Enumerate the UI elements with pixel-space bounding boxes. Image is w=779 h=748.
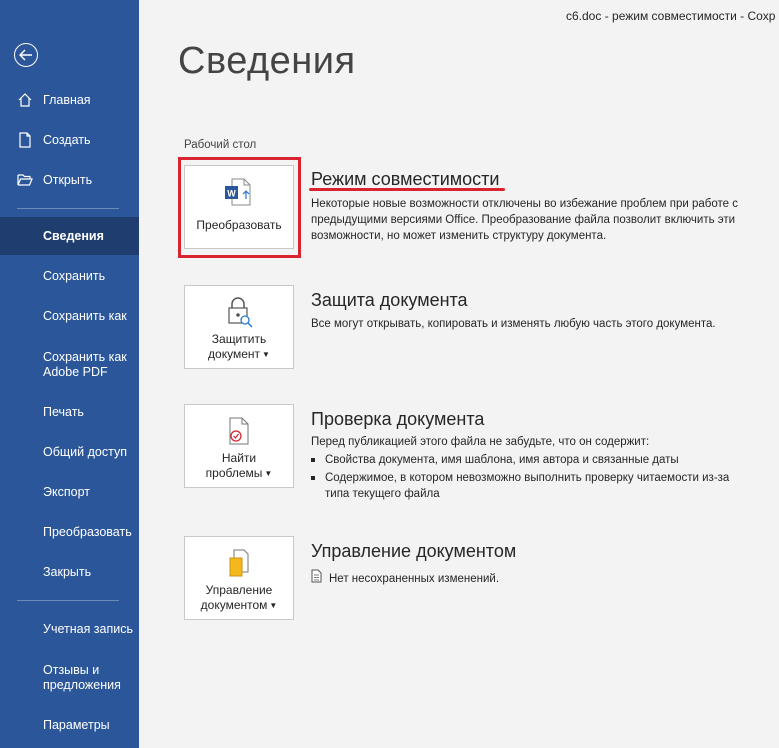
sidebar-separator [17, 600, 119, 601]
nav-save-as-pdf[interactable]: Сохранить как Adobe PDF [0, 346, 139, 384]
inspect-document-icon [226, 415, 252, 447]
nav-save[interactable]: Сохранить [0, 257, 139, 295]
backstage-sidebar: Главная Создать Открыть Сведения Сохрани… [0, 0, 139, 748]
lock-icon [224, 296, 254, 328]
list-item: Свойства документа, имя шаблона, имя авт… [311, 452, 735, 468]
manage-status: Нет несохраненных изменений. [311, 569, 499, 588]
chevron-down-icon: ▼ [264, 469, 273, 479]
nav-print[interactable]: Печать [0, 393, 139, 431]
inspect-intro: Перед публикацией этого файла не забудьт… [311, 436, 650, 448]
manage-label-1: Управление [205, 583, 273, 597]
nav-options-label: Параметры [43, 718, 110, 732]
protect-text: Все могут открывать, копировать и изменя… [311, 318, 716, 330]
protect-title: Защита документа [311, 290, 468, 310]
protect-label-1: Защитить [211, 332, 267, 346]
check-issues-button[interactable]: Найти проблемы ▼ [184, 404, 294, 488]
highlight-frame [178, 157, 301, 258]
nav-home[interactable]: Главная [0, 81, 139, 119]
check-issues-label-1: Найти [221, 451, 257, 465]
nav-export[interactable]: Экспорт [0, 473, 139, 511]
nav-transform-label: Преобразовать [43, 525, 132, 539]
nav-home-label: Главная [43, 93, 91, 107]
nav-share-label: Общий доступ [43, 445, 127, 459]
nav-save-as-pdf-label: Сохранить как Adobe PDF [43, 350, 127, 379]
back-arrow-icon[interactable] [14, 43, 38, 67]
nav-export-label: Экспорт [43, 485, 90, 499]
inspect-bullet-list: Свойства документа, имя шаблона, имя авт… [311, 452, 735, 502]
nav-new[interactable]: Создать [0, 121, 139, 159]
nav-options[interactable]: Параметры [0, 706, 139, 744]
compatibility-title: Режим совместимости [311, 169, 500, 189]
manage-document-icon [226, 547, 252, 579]
inspect-text: Перед публикацией этого файла не забудьт… [311, 434, 751, 504]
window-title: с6.doc - режим совместимости - Сохр [566, 9, 776, 23]
nav-info-label: Сведения [43, 229, 104, 243]
nav-transform[interactable]: Преобразовать [0, 513, 139, 551]
nav-info[interactable]: Сведения [0, 217, 139, 255]
chevron-down-icon: ▼ [262, 350, 270, 360]
page-title: Сведения [178, 40, 356, 82]
folder-open-icon [17, 172, 33, 188]
nav-feedback-label: Отзывы и предложения [43, 663, 121, 692]
nav-save-label: Сохранить [43, 269, 106, 283]
nav-share[interactable]: Общий доступ [0, 433, 139, 471]
check-issues-label-2: проблемы [205, 466, 263, 480]
manage-title: Управление документом [311, 541, 517, 561]
protect-document-button[interactable]: Защитить документ ▼ [184, 285, 294, 369]
compatibility-text: Некоторые новые возможности отключены во… [311, 198, 738, 242]
manage-label-2: документом [200, 598, 268, 612]
nav-close[interactable]: Закрыть [0, 553, 139, 591]
manage-status-text: Нет несохраненных изменений. [329, 572, 500, 585]
home-icon [17, 92, 33, 108]
inspect-title: Проверка документа [311, 409, 485, 429]
document-status-icon [311, 569, 323, 588]
nav-open[interactable]: Открыть [0, 161, 139, 199]
chevron-down-icon: ▼ [269, 601, 278, 611]
nav-print-label: Печать [43, 405, 84, 419]
nav-feedback[interactable]: Отзывы и предложения [0, 659, 139, 697]
sidebar-separator [17, 208, 119, 209]
location-caption: Рабочий стол [184, 139, 257, 151]
nav-account-label: Учетная запись [43, 622, 134, 636]
list-item: Содержимое, в котором невозможно выполни… [311, 470, 735, 502]
nav-account[interactable]: Учетная запись [0, 610, 139, 648]
protect-label-2: документ [208, 347, 261, 361]
red-underline [309, 188, 505, 191]
new-document-icon [17, 132, 33, 148]
nav-new-label: Создать [43, 133, 91, 147]
nav-save-as[interactable]: Сохранить как [0, 297, 139, 335]
nav-close-label: Закрыть [43, 565, 92, 579]
nav-save-as-label: Сохранить как [43, 309, 127, 323]
nav-open-label: Открыть [43, 173, 93, 187]
manage-document-button[interactable]: Управление документом ▼ [184, 536, 294, 620]
